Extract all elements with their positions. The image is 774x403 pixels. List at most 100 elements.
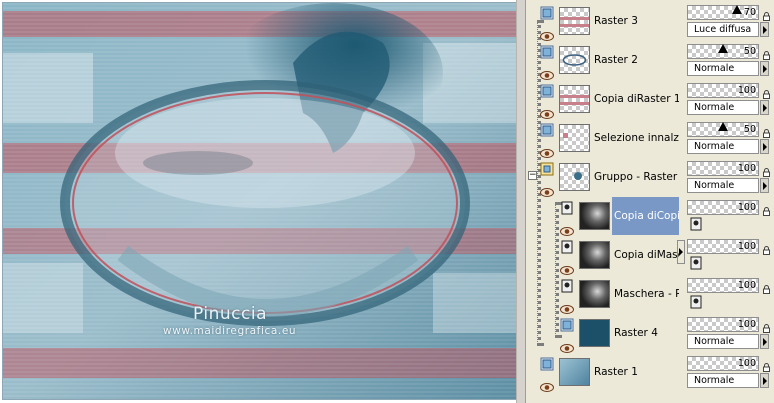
watermark-url: www.maidiregrafica.eu	[163, 325, 297, 337]
lock-icon[interactable]	[763, 357, 770, 372]
layer-thumbnail	[559, 46, 590, 74]
opacity-slider[interactable]: 100	[687, 161, 759, 176]
opacity-value: 100	[737, 358, 756, 369]
blend-mode-select[interactable]: Luce diffusa	[687, 22, 759, 37]
layer-thumbnail	[559, 7, 590, 35]
opacity-slider[interactable]: 100	[687, 317, 759, 332]
blend-mode-select[interactable]: Normale	[687, 334, 759, 349]
lock-icon[interactable]	[763, 123, 770, 138]
layer-controls: 100 Normale	[682, 80, 774, 118]
layer-name[interactable]: Copia diMaschera	[612, 236, 679, 274]
eye-icon[interactable]	[540, 143, 554, 158]
layer-name[interactable]: Selezione innalzata	[592, 119, 679, 157]
image-canvas[interactable]: Pinuccia www.maidiregrafica.eu	[2, 2, 518, 400]
blend-mode-select[interactable]: Normale	[687, 100, 759, 115]
layer-controls: 100 Normale	[682, 314, 774, 352]
opacity-value: 100	[737, 163, 756, 174]
layer-name[interactable]: Raster 2	[592, 41, 679, 79]
opacity-marker[interactable]	[718, 44, 728, 53]
layer-controls: 100 Normale	[682, 353, 774, 391]
lock-icon[interactable]	[763, 6, 770, 21]
opacity-value: 100	[737, 241, 756, 252]
lock-icon[interactable]	[763, 162, 770, 177]
layer-thumbnail	[559, 85, 590, 113]
layer-thumbnail	[579, 280, 610, 308]
layer-name[interactable]: Copia diRaster 1	[592, 80, 679, 118]
eye-icon[interactable]	[560, 299, 574, 314]
collapse-group-toggle[interactable]: −	[528, 171, 537, 180]
layer-name[interactable]: Raster 1	[592, 353, 679, 391]
mask-mini-icon	[689, 295, 703, 312]
layer-row[interactable]: Maschera - Raster	[557, 275, 679, 314]
layer-row[interactable]: Copia diMaschera	[557, 236, 679, 275]
raster-layer-icon	[540, 83, 554, 98]
layer-row[interactable]: Raster 2	[537, 41, 679, 80]
eye-icon[interactable]	[560, 338, 574, 353]
mask-mini-icon	[689, 217, 703, 234]
layer-thumbnail	[559, 358, 590, 386]
raster-layer-icon	[540, 5, 554, 20]
eye-icon[interactable]	[540, 104, 554, 119]
raster-layer-icon	[540, 122, 554, 137]
opacity-slider[interactable]: 100	[687, 356, 759, 371]
blend-mode-select[interactable]: Normale	[687, 61, 759, 76]
raster-layer-icon	[540, 356, 554, 371]
layer-row[interactable]: Raster 4	[557, 314, 679, 353]
opacity-value: 50	[743, 124, 756, 135]
group-layer-icon	[540, 161, 554, 176]
canvas-artwork	[3, 3, 517, 399]
layer-controls: 100 Normale	[682, 158, 774, 196]
layer-name[interactable]: Raster 4	[612, 314, 679, 352]
opacity-slider[interactable]: 100	[687, 278, 759, 293]
lock-icon[interactable]	[763, 240, 770, 255]
eye-icon[interactable]	[540, 26, 554, 41]
blend-mode-dropdown-arrow[interactable]	[760, 61, 769, 76]
opacity-value: 100	[737, 280, 756, 291]
layer-name[interactable]: Raster 3	[592, 2, 679, 40]
eye-icon[interactable]	[560, 221, 574, 236]
layer-controls: 100	[682, 197, 774, 235]
lock-icon[interactable]	[763, 279, 770, 294]
opacity-slider[interactable]: 70	[687, 5, 759, 20]
layer-thumbnail	[559, 163, 590, 191]
blend-mode-dropdown-arrow[interactable]	[760, 139, 769, 154]
lock-icon[interactable]	[763, 45, 770, 60]
eye-icon[interactable]	[540, 377, 554, 392]
opacity-value: 50	[743, 46, 756, 57]
layer-thumbnail	[559, 124, 590, 152]
opacity-marker[interactable]	[718, 122, 728, 131]
opacity-slider[interactable]: 100	[687, 239, 759, 254]
raster-layer-icon	[560, 317, 574, 332]
layer-name[interactable]: Gruppo - Raster 4	[592, 158, 679, 196]
eye-icon[interactable]	[540, 182, 554, 197]
blend-mode-dropdown-arrow[interactable]	[760, 334, 769, 349]
opacity-marker[interactable]	[732, 5, 743, 14]
layer-name[interactable]: Maschera - Raster	[612, 275, 679, 313]
opacity-slider[interactable]: 100	[687, 200, 759, 215]
layer-name[interactable]: Copia diCopia di	[612, 197, 679, 235]
eye-icon[interactable]	[560, 260, 574, 275]
layer-row[interactable]: Selezione innalzata	[537, 119, 679, 158]
image-canvas-area: Pinuccia www.maidiregrafica.eu	[0, 0, 522, 403]
layer-row[interactable]: Raster 1	[537, 353, 679, 392]
layer-row[interactable]: Copia diCopia di	[557, 197, 679, 236]
watermark-name: Pinuccia	[193, 304, 267, 324]
opacity-slider[interactable]: 100	[687, 83, 759, 98]
blend-mode-dropdown-arrow[interactable]	[760, 100, 769, 115]
canvas-vertical-scrollbar[interactable]	[516, 0, 525, 403]
lock-icon[interactable]	[763, 201, 770, 216]
lock-icon[interactable]	[763, 84, 770, 99]
blend-mode-dropdown-arrow[interactable]	[760, 178, 769, 193]
blend-mode-dropdown-arrow[interactable]	[760, 22, 769, 37]
blend-mode-select[interactable]: Normale	[687, 139, 759, 154]
layer-thumbnail	[579, 241, 610, 269]
layer-row[interactable]: Copia diRaster 1	[537, 80, 679, 119]
lock-icon[interactable]	[763, 318, 770, 333]
blend-mode-select[interactable]: Normale	[687, 373, 759, 388]
opacity-value: 100	[737, 85, 756, 96]
blend-mode-select[interactable]: Normale	[687, 178, 759, 193]
eye-icon[interactable]	[540, 65, 554, 80]
blend-mode-dropdown-arrow[interactable]	[760, 373, 769, 388]
layer-row[interactable]: Gruppo - Raster 4	[537, 158, 679, 197]
layer-row[interactable]: Raster 3	[537, 2, 679, 41]
